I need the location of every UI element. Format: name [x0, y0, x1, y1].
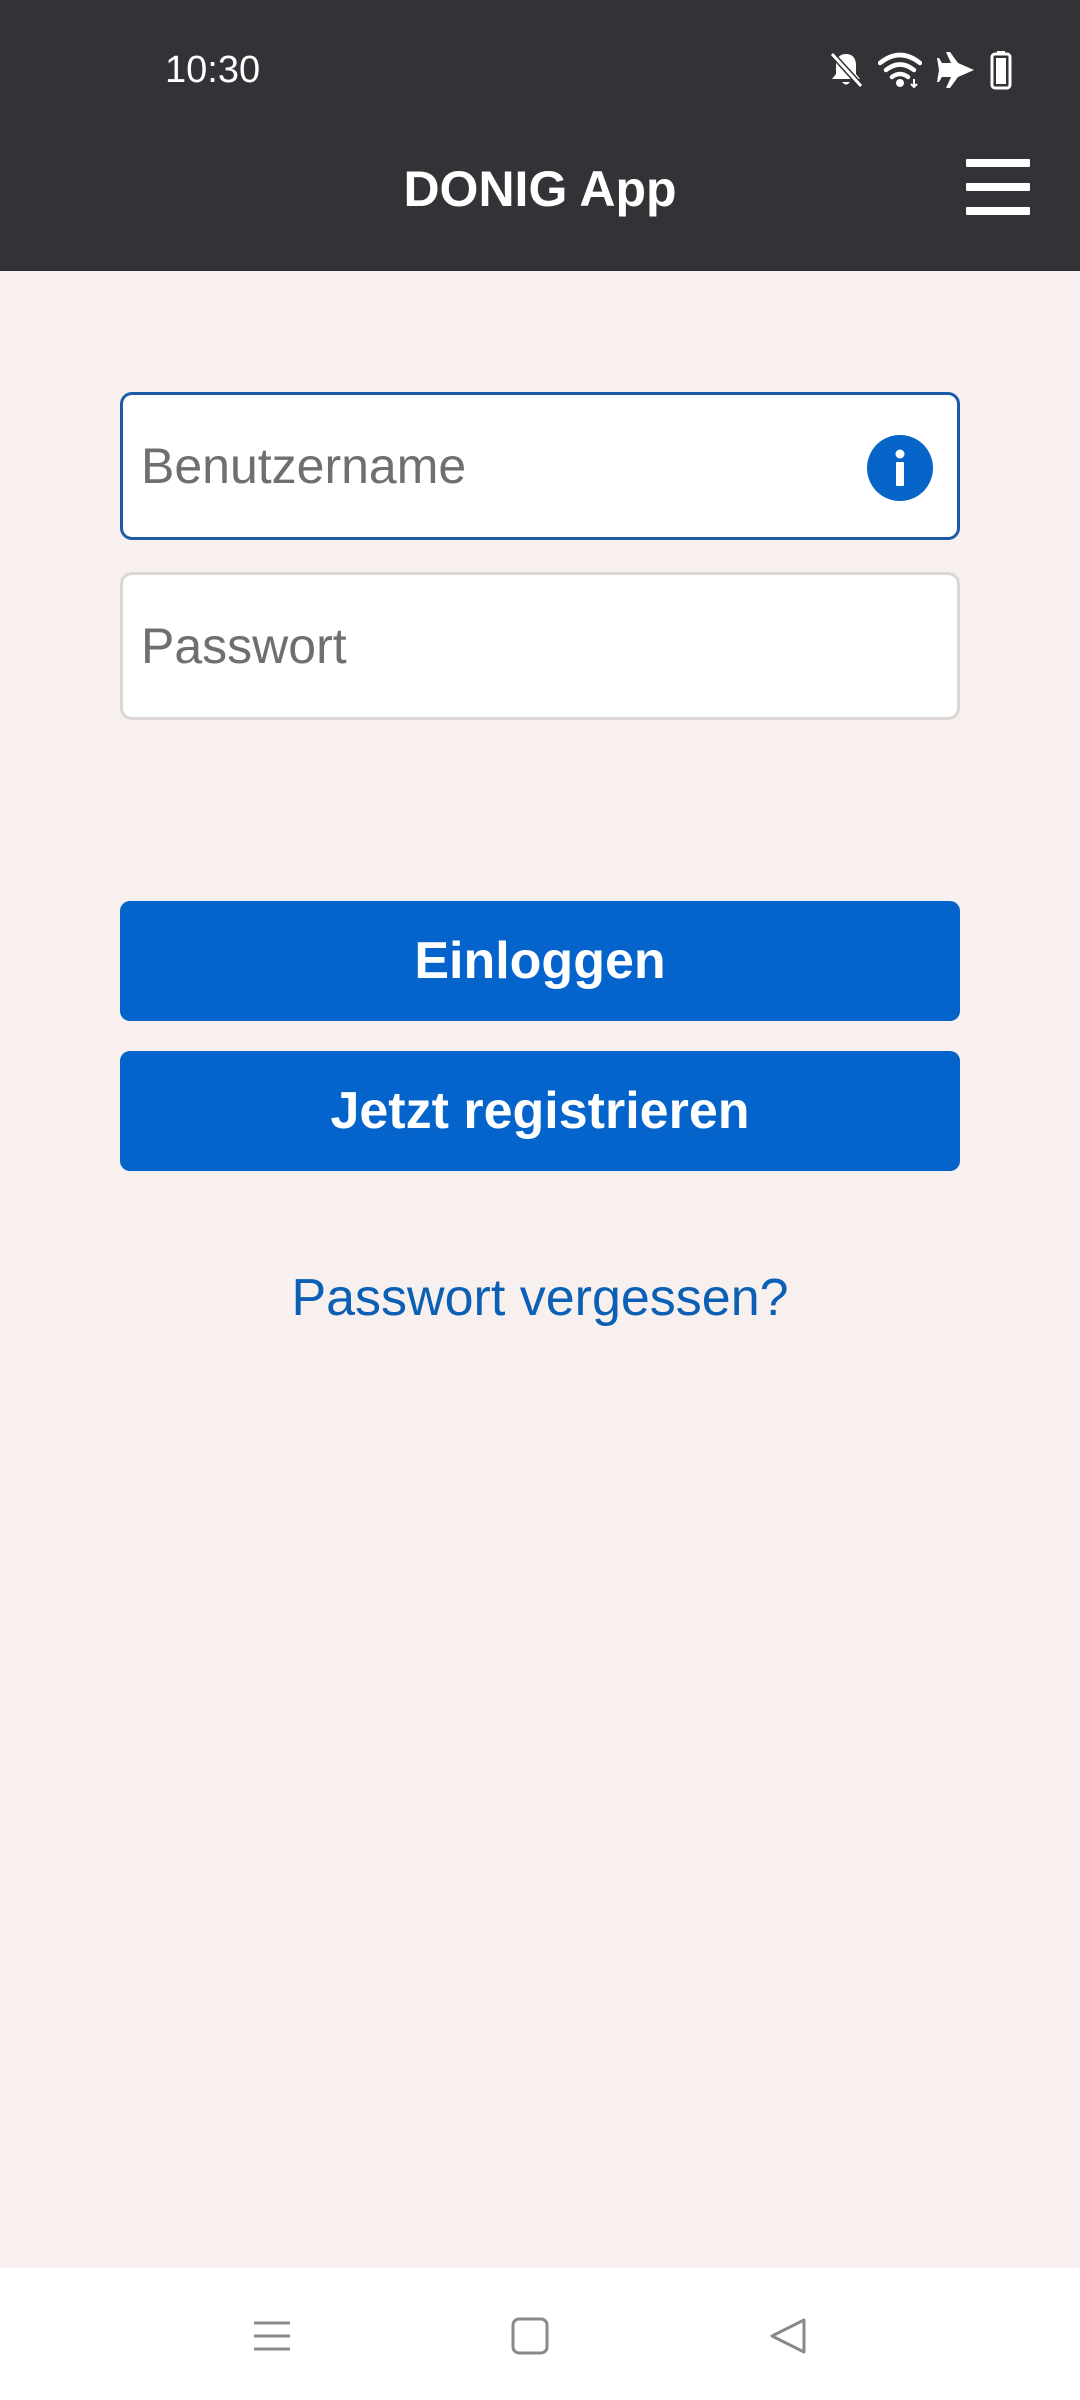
airplane-icon — [936, 50, 976, 90]
notifications-off-icon — [828, 50, 864, 90]
password-input[interactable] — [141, 575, 881, 717]
login-button[interactable]: Einloggen — [120, 901, 960, 1021]
password-field[interactable] — [120, 572, 960, 720]
app-title: DONIG App — [403, 161, 677, 217]
forgot-password-link[interactable]: Passwort vergessen? — [0, 1268, 1080, 1328]
recents-icon[interactable] — [232, 2296, 312, 2376]
wifi-icon — [878, 51, 922, 89]
battery-icon — [990, 50, 1012, 90]
status-bar: 10:30 — [0, 0, 1080, 135]
status-time: 10:30 — [165, 49, 261, 91]
info-icon[interactable] — [867, 435, 933, 501]
register-button[interactable]: Jetzt registrieren — [120, 1051, 960, 1171]
hamburger-menu-icon[interactable] — [966, 159, 1036, 215]
system-nav-bar — [0, 2268, 1080, 2400]
status-icons — [828, 46, 1012, 94]
home-icon[interactable] — [490, 2296, 570, 2376]
username-input[interactable] — [141, 395, 881, 537]
app-header: DONIG App — [0, 135, 1080, 271]
back-icon[interactable] — [748, 2296, 828, 2376]
username-field[interactable] — [120, 392, 960, 540]
